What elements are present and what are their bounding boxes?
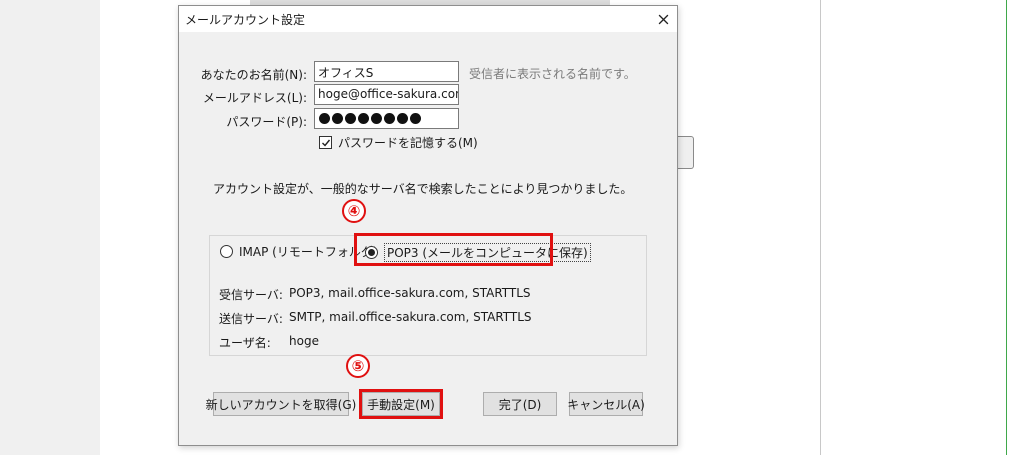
checkmark-icon	[321, 139, 330, 147]
cancel-button[interactable]: キャンセル(A)	[567, 392, 645, 416]
outgoing-server-value: SMTP, mail.office-sakura.com, STARTTLS	[289, 310, 532, 324]
email-label: メールアドレス(L):	[202, 91, 307, 105]
outgoing-server-label: 送信サーバ:	[219, 312, 283, 326]
new-account-button[interactable]: 新しいアカウントを取得(G)	[206, 392, 356, 416]
password-dot	[358, 113, 369, 124]
found-message: アカウント設定が、一般的なサーバ名で検索したことにより見つかりました。	[213, 182, 633, 196]
pop3-highlight-box	[354, 233, 553, 266]
name-input[interactable]: オフィスS	[314, 61, 459, 82]
name-hint: 受信者に表示される名前です。	[469, 67, 636, 81]
username-label: ユーザ名:	[219, 336, 271, 350]
password-dot	[410, 113, 421, 124]
name-label: あなたのお名前(N):	[200, 68, 307, 82]
checkbox[interactable]	[319, 136, 332, 149]
close-button[interactable]	[651, 7, 675, 31]
step-5-marker: ⑤	[346, 354, 370, 378]
manual-config-highlight-box	[359, 389, 443, 419]
incoming-server-label: 受信サーバ:	[219, 288, 283, 302]
background-sidebar	[0, 0, 100, 455]
remember-password-checkbox[interactable]: パスワードを記憶する(M)	[319, 134, 478, 151]
dialog-title: メールアカウント設定	[185, 13, 306, 27]
name-input-value: オフィスS	[318, 66, 374, 80]
username-value: hoge	[289, 334, 319, 348]
radio-button[interactable]	[220, 245, 233, 258]
remember-password-label: パスワードを記憶する(M)	[338, 136, 478, 150]
email-input[interactable]: hoge@office-sakura.com	[314, 84, 459, 105]
password-mask	[319, 113, 421, 124]
password-dot	[384, 113, 395, 124]
background-accent-line	[1006, 0, 1007, 455]
done-button[interactable]: 完了(D)	[483, 392, 557, 416]
password-input[interactable]	[314, 108, 459, 129]
email-input-value: hoge@office-sakura.com	[318, 87, 459, 101]
password-label: パスワード(P):	[226, 115, 307, 129]
password-dot	[345, 113, 356, 124]
dialog-titlebar: メールアカウント設定	[179, 6, 677, 32]
password-dot	[371, 113, 382, 124]
incoming-server-value: POP3, mail.office-sakura.com, STARTTLS	[289, 286, 531, 300]
password-dot	[319, 113, 330, 124]
mail-account-dialog: メールアカウント設定 あなたのお名前(N): オフィスS 受信者に表示される名前…	[178, 5, 678, 446]
close-icon	[658, 14, 668, 24]
step-4-marker: ④	[342, 199, 366, 223]
password-dot	[332, 113, 343, 124]
password-dot	[397, 113, 408, 124]
background-divider	[820, 0, 821, 455]
